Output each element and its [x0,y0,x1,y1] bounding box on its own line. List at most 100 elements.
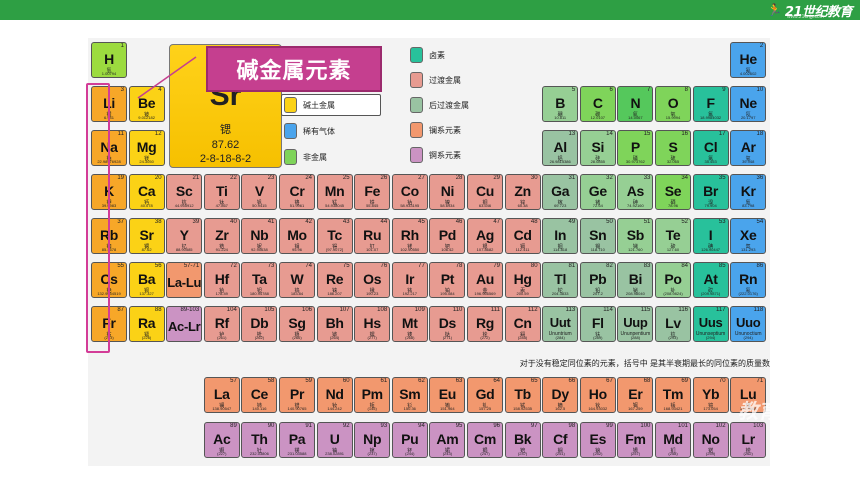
element-cell-ds[interactable]: 110 Ds 𫟼 (271) [429,306,466,342]
element-cell-hs[interactable]: 108 Hs 𬭶 (277) [354,306,391,342]
element-cell-dy[interactable]: 66 Dy 镝 162.5 [542,377,579,413]
element-cell-ta[interactable]: 73 Ta 钽 180.94788 [241,262,278,298]
element-cell-uup[interactable]: 115 Uup Ununpentium (288) [617,306,654,342]
element-cell-tl[interactable]: 81 Tl 铊 204.3833 [542,262,579,298]
element-cell-hg[interactable]: 80 Hg 汞 200.59 [504,262,541,298]
element-cell-as[interactable]: 33 As 砷 74.92160 [617,174,654,210]
element-cell-h[interactable]: 1 H 氢 1.00794 [91,42,127,78]
element-cell-fm[interactable]: 100 Fm 镄 (257) [617,422,654,458]
element-cell-ru[interactable]: 44 Ru 钌 101.07 [354,218,391,254]
element-cell-f[interactable]: 9 F 氟 18.9984032 [692,86,729,122]
element-cell-sr[interactable]: 38 Sr 锶 87.62 [128,218,165,254]
element-cell-pb[interactable]: 82 Pb 铅 207.2 [579,262,616,298]
element-cell-ni[interactable]: 28 Ni 镍 58.6934 [429,174,466,210]
element-cell-ge[interactable]: 32 Ge 锗 72.64 [579,174,616,210]
element-cell-ca[interactable]: 20 Ca 钙 40.078 [128,174,165,210]
element-cell-al[interactable]: 13 Al 铝 26.9815386 [542,130,579,166]
element-cell-os[interactable]: 76 Os 锇 190.23 [354,262,391,298]
element-cell-ra[interactable]: 88 Ra 镭 (226) [128,306,165,342]
element-cell-rg[interactable]: 111 Rg 𬬭 (272) [467,306,503,342]
element-cell-no[interactable]: 102 No 锘 (259) [692,422,729,458]
element-cell-uuo[interactable]: 118 Uuo Ununoctium (294) [730,306,767,342]
element-cell-sg[interactable]: 106 Sg 𬭳 (266) [279,306,315,342]
element-cell-u[interactable]: 92 U 铀 238.02891 [316,422,353,458]
element-cell-tb[interactable]: 65 Tb 铽 158.92535 [504,377,541,413]
element-cell-te[interactable]: 52 Te 碲 127.60 [655,218,691,254]
element-cell-ac-lr[interactable]: 89-103 Ac-Lr [166,306,203,342]
element-cell-mo[interactable]: 42 Mo 钼 95.96 [279,218,315,254]
element-cell-ac[interactable]: 89 Ac 锕 (227) [203,422,240,458]
element-cell-i[interactable]: 53 I 碘 126.90447 [692,218,729,254]
element-cell-bh[interactable]: 107 Bh 𬭛 (264) [316,306,353,342]
element-cell-la-lu[interactable]: 57-71 La-Lu [166,262,203,298]
element-cell-si[interactable]: 14 Si 硅 28.0855 [579,130,616,166]
element-cell-zr[interactable]: 40 Zr 锆 91.224 [203,218,240,254]
element-cell-ag[interactable]: 47 Ag 银 107.8682 [467,218,503,254]
element-cell-cr[interactable]: 24 Cr 铬 51.9961 [279,174,315,210]
element-cell-pm[interactable]: 61 Pm 钷 (145) [354,377,391,413]
element-cell-cu[interactable]: 29 Cu 铜 63.546 [467,174,503,210]
element-cell-n[interactable]: 7 N 氮 14.0067 [617,86,654,122]
element-cell-nd[interactable]: 60 Nd 钕 144.242 [316,377,353,413]
element-cell-ce[interactable]: 58 Ce 铈 140.116 [241,377,278,413]
element-cell-cf[interactable]: 98 Cf 锎 (251) [542,422,579,458]
element-cell-ba[interactable]: 56 Ba 钡 137.327 [128,262,165,298]
element-cell-am[interactable]: 95 Am 镅 (243) [429,422,466,458]
element-cell-uus[interactable]: 117 Uus Ununseptium (294) [692,306,729,342]
element-cell-bk[interactable]: 97 Bk 锫 (247) [504,422,541,458]
element-cell-sm[interactable]: 62 Sm 钐 150.36 [391,377,428,413]
element-cell-be[interactable]: 4 Be 铍 9.012182 [128,86,165,122]
element-cell-mg[interactable]: 12 Mg 镁 24.3050 [128,130,165,166]
element-cell-b[interactable]: 5 B 硼 10.811 [542,86,579,122]
element-cell-rn[interactable]: 86 Rn 氡 (222.0176) [730,262,767,298]
element-cell-rh[interactable]: 45 Rh 铑 102.90550 [391,218,428,254]
element-cell-cl[interactable]: 17 Cl 氯 35.453 [692,130,729,166]
element-cell-po[interactable]: 84 Po 钋 (208.9824) [655,262,691,298]
element-cell-co[interactable]: 27 Co 钴 58.933195 [391,174,428,210]
element-cell-er[interactable]: 68 Er 铒 167.259 [617,377,654,413]
element-cell-pd[interactable]: 46 Pd 钯 106.42 [429,218,466,254]
element-cell-sn[interactable]: 50 Sn 锡 118.710 [579,218,616,254]
element-cell-pa[interactable]: 91 Pa 镤 231.03588 [279,422,315,458]
element-cell-np[interactable]: 93 Np 镎 (237) [354,422,391,458]
element-cell-he[interactable]: 2 He 氦 4.002602 [730,42,767,78]
element-cell-tc[interactable]: 43 Tc 锝 [97.9072] [316,218,353,254]
element-cell-sc[interactable]: 21 Sc 钪 44.955912 [166,174,203,210]
element-cell-ho[interactable]: 67 Ho 钬 164.93032 [579,377,616,413]
element-cell-ir[interactable]: 77 Ir 铱 192.217 [391,262,428,298]
element-cell-cd[interactable]: 48 Cd 镉 112.411 [504,218,541,254]
element-cell-cn[interactable]: 112 Cn 鎶 (285) [504,306,541,342]
element-cell-ne[interactable]: 10 Ne 氖 20.1797 [730,86,767,122]
element-cell-br[interactable]: 35 Br 溴 79.904 [692,174,729,210]
element-cell-at[interactable]: 85 At 砹 (209.9871) [692,262,729,298]
element-cell-ti[interactable]: 22 Ti 钛 47.867 [203,174,240,210]
element-cell-md[interactable]: 101 Md 钔 (258) [655,422,691,458]
element-cell-cm[interactable]: 96 Cm 锔 (247) [467,422,503,458]
element-cell-ga[interactable]: 31 Ga 镓 69.723 [542,174,579,210]
element-cell-in[interactable]: 49 In 铟 114.818 [542,218,579,254]
element-cell-kr[interactable]: 36 Kr 氪 83.798 [730,174,767,210]
element-cell-v[interactable]: 23 V 钒 50.9415 [241,174,278,210]
element-cell-xe[interactable]: 54 Xe 氙 131.293 [730,218,767,254]
element-cell-yb[interactable]: 70 Yb 镱 173.054 [692,377,729,413]
element-cell-rf[interactable]: 104 Rf 𬬻 (261) [203,306,240,342]
element-cell-o[interactable]: 8 O 氧 15.9994 [655,86,691,122]
element-cell-mn[interactable]: 25 Mn 锰 54.938045 [316,174,353,210]
element-cell-la[interactable]: 57 La 镧 138.90547 [203,377,240,413]
element-cell-eu[interactable]: 63 Eu 铕 151.964 [429,377,466,413]
element-cell-se[interactable]: 34 Se 硒 78.96 [655,174,691,210]
element-cell-w[interactable]: 74 W 钨 183.84 [279,262,315,298]
element-cell-hf[interactable]: 72 Hf 铪 178.49 [203,262,240,298]
element-cell-sb[interactable]: 51 Sb 锑 121.760 [617,218,654,254]
element-cell-y[interactable]: 39 Y 钇 88.90585 [166,218,203,254]
element-cell-bi[interactable]: 83 Bi 铋 208.98040 [617,262,654,298]
element-cell-pr[interactable]: 59 Pr 镨 140.90765 [279,377,315,413]
element-cell-re[interactable]: 75 Re 铼 186.207 [316,262,353,298]
element-cell-nb[interactable]: 41 Nb 铌 92.90638 [241,218,278,254]
element-cell-pu[interactable]: 94 Pu 钚 (244) [391,422,428,458]
element-cell-db[interactable]: 105 Db 𬭊 (262) [241,306,278,342]
element-cell-tm[interactable]: 69 Tm 铥 168.93421 [655,377,691,413]
element-cell-lr[interactable]: 103 Lr 铹 (262) [730,422,767,458]
element-cell-fl[interactable]: 114 Fl 𫓧 (289) [579,306,616,342]
element-cell-mt[interactable]: 109 Mt 鿏 (268) [391,306,428,342]
